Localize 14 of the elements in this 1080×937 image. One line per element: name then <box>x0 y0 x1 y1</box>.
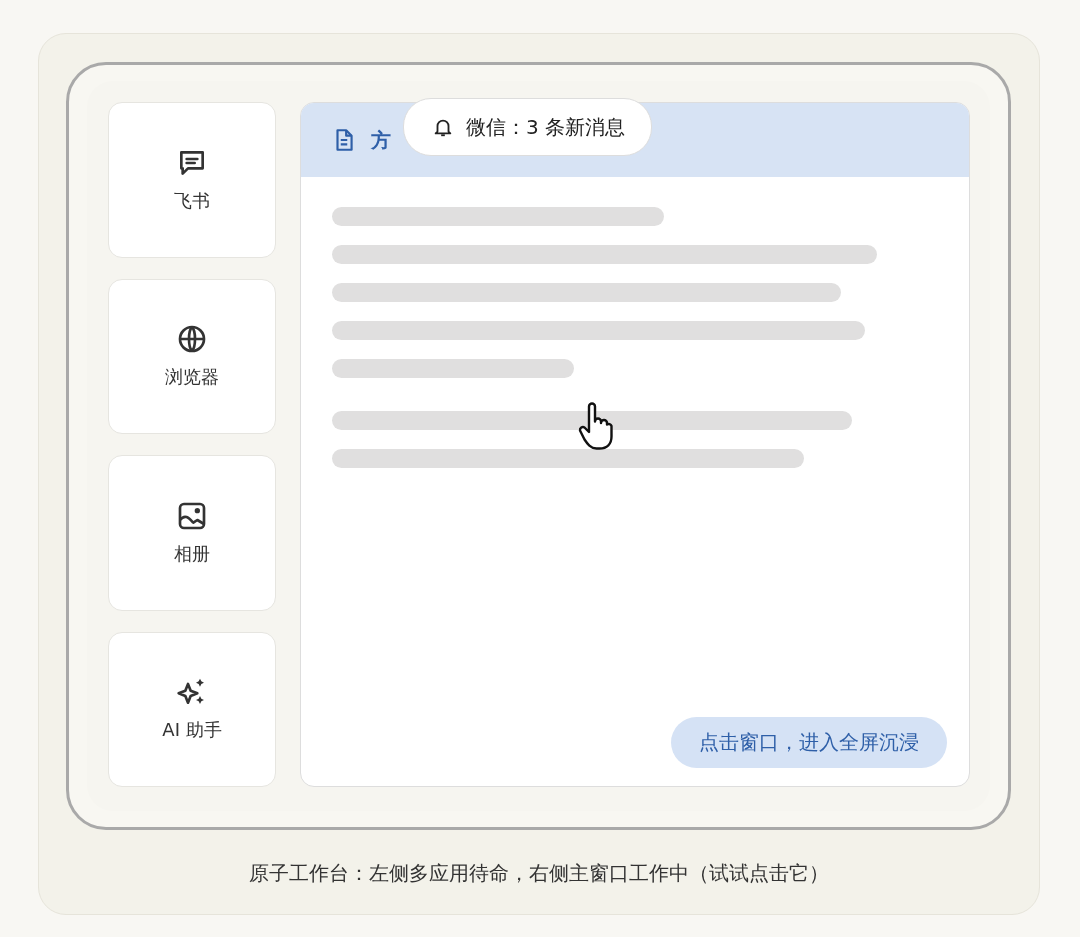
app-tile[interactable]: 相册 <box>108 455 276 611</box>
app-label: 飞书 <box>174 188 210 213</box>
app-label: AI 助手 <box>162 718 222 743</box>
app-label: 相册 <box>174 541 210 566</box>
app-tile[interactable]: 飞书 <box>108 102 276 258</box>
hand-cursor-icon <box>577 402 613 450</box>
notification-pill[interactable]: 微信：3 条新消息 <box>403 98 653 156</box>
notification-text: 微信：3 条新消息 <box>466 113 626 141</box>
app-tile[interactable]: 浏览器 <box>108 278 276 434</box>
app-tile[interactable]: AI 助手 <box>108 631 276 787</box>
fullscreen-button[interactable]: 点击窗口，进入全屏沉浸 <box>671 717 947 768</box>
app-label: 浏览器 <box>165 365 219 390</box>
window-title: 方 <box>371 126 391 154</box>
caption: 原子工作台：左侧多应用待命，右侧主窗口工作中（试试点击它） <box>247 860 830 887</box>
